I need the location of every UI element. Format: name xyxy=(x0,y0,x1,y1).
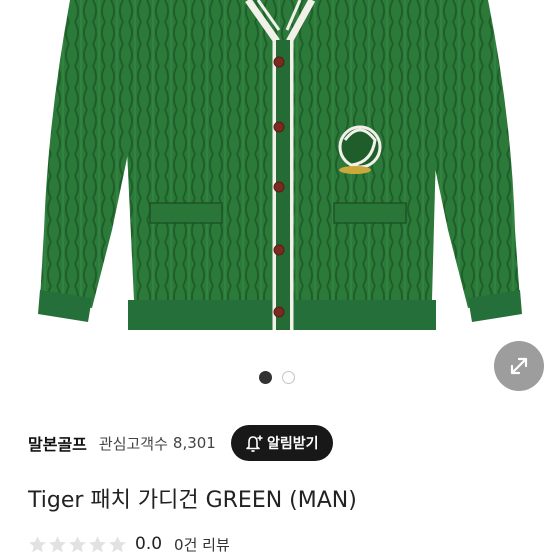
bell-plus-icon xyxy=(246,435,263,452)
seller-row: 말본골프 관심고객수 8,301 알림받기 xyxy=(28,425,538,461)
pagination-dot[interactable] xyxy=(282,371,295,384)
alarm-subscribe-button[interactable]: 알림받기 xyxy=(231,425,333,461)
product-title: Tiger 패치 가디건 GREEN (MAN) xyxy=(28,488,357,513)
right-sleeve xyxy=(425,0,520,308)
cardigan-illustration xyxy=(38,0,522,330)
gallery-pagination xyxy=(259,371,295,384)
expand-arrows-icon xyxy=(510,357,528,375)
favorite-count-value: 8,301 xyxy=(172,434,216,452)
review-count-link[interactable]: 0건 리뷰 xyxy=(174,534,230,555)
brand-name-link[interactable]: 말본골프 xyxy=(28,431,87,455)
pagination-dot-active[interactable] xyxy=(259,371,272,384)
rating-row[interactable]: 0.0 0건 리뷰 xyxy=(28,532,230,556)
product-image[interactable] xyxy=(0,0,559,362)
left-sleeve xyxy=(40,0,135,308)
favorite-count-label: 관심고객수 xyxy=(98,434,168,453)
expand-image-button[interactable] xyxy=(494,341,544,391)
rating-stars xyxy=(28,535,127,554)
alarm-button-label: 알림받기 xyxy=(267,436,319,452)
star-empty-icon xyxy=(49,535,66,552)
star-empty-icon xyxy=(69,535,86,552)
star-empty-icon xyxy=(89,535,106,552)
rating-value: 0.0 xyxy=(135,534,163,554)
star-empty-icon xyxy=(29,535,46,552)
star-empty-icon xyxy=(109,535,126,552)
